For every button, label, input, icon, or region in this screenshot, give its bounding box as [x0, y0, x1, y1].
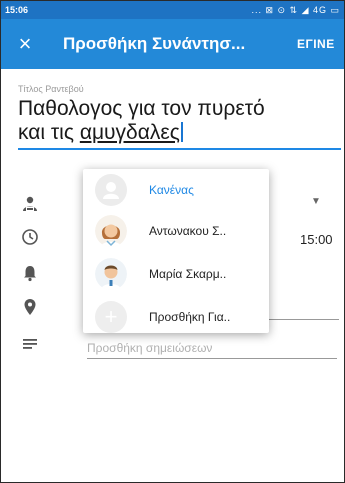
dropdown-option-none[interactable]: Κανένας	[83, 170, 269, 210]
chevron-down-icon[interactable]: ▼	[311, 196, 321, 207]
notes-icon	[21, 335, 39, 353]
text-cursor	[180, 122, 183, 142]
attendee-dropdown-menu: Κανένας Αντωνακου Σ.. Μαρία Σκαρμ.. + Πρ…	[83, 169, 269, 333]
dropdown-option-add[interactable]: + Προσθήκη Για..	[83, 297, 269, 337]
done-button[interactable]: ΕΓΙΝΕ	[297, 37, 335, 51]
attendees-icon	[21, 195, 39, 213]
male-doctor-avatar	[95, 258, 127, 290]
option-label: Κανένας	[149, 183, 194, 197]
status-bar: 15:06 ... ⊠ ⊙ ⇅ ◢ 4G ▭	[1, 1, 344, 19]
title-text-line1: Παθολογος για τον πυρετό	[18, 97, 265, 120]
title-text-misspelled-word: αμυγδαλες	[79, 121, 180, 144]
female-doctor-avatar	[95, 215, 127, 247]
option-label: Αντωνακου Σ..	[149, 224, 227, 238]
phone-screen: 15:06 ... ⊠ ⊙ ⇅ ◢ 4G ▭ × Προσθήκη Συνάντ…	[0, 0, 345, 483]
bell-icon	[21, 264, 39, 282]
time-value[interactable]: 15:00	[300, 232, 333, 247]
notes-input[interactable]: Προσθήκη σημειώσεων	[87, 341, 337, 359]
location-pin-icon	[21, 298, 39, 316]
close-icon[interactable]: ×	[13, 32, 37, 56]
page-title: Προσθήκη Συνάντησ...	[63, 34, 246, 53]
dropdown-option-attendee[interactable]: Αντωνακου Σ..	[83, 211, 269, 251]
app-bar: × Προσθήκη Συνάντησ... ΕΓΙΝΕ	[1, 19, 344, 69]
status-time: 15:06	[5, 5, 29, 15]
option-label: Προσθήκη Για..	[149, 310, 231, 324]
title-field-label: Τίτλος Ραντεβού	[18, 84, 84, 94]
status-indicators: ... ⊠ ⊙ ⇅ ◢ 4G ▭	[251, 5, 340, 15]
add-icon: +	[95, 301, 127, 333]
option-label: Μαρία Σκαρμ..	[149, 267, 227, 281]
title-text-line2-prefix: και τις	[18, 121, 80, 144]
person-placeholder-icon	[95, 174, 127, 206]
title-underline	[18, 148, 341, 150]
clock-icon	[21, 228, 39, 246]
dropdown-option-attendee[interactable]: Μαρία Σκαρμ..	[83, 254, 269, 294]
title-input[interactable]: Παθολογος για τον πυρετό και τις αμυγδαλ…	[18, 97, 338, 145]
